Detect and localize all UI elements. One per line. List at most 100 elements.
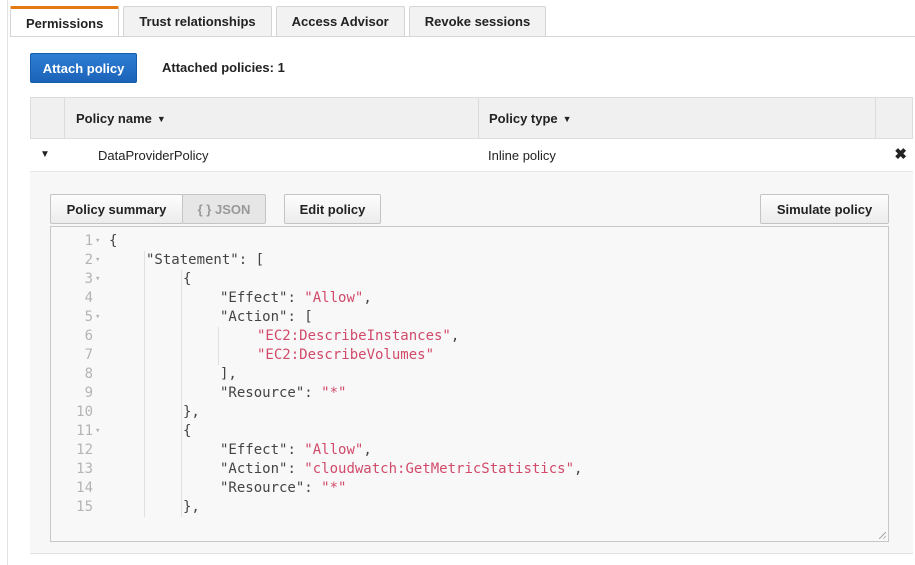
line-number: 2 [84,252,93,268]
edit-policy-button[interactable]: Edit policy [284,194,381,224]
column-policy-name[interactable]: Policy name ▼ [76,111,166,126]
json-code-editor[interactable]: 1 ▾{2 ▾ "Statement": [3 ▾{4 "Effect": "Allow"… [50,226,889,542]
code-line: 14 "Resource": "*" [51,479,888,498]
json-punct: , [363,290,372,306]
line-number: 14 [76,480,93,496]
code-text: { [183,422,191,441]
code-text: ], [220,365,237,384]
code-line: 5 ▾ "Action": [ [51,308,888,327]
code-text: "Action": "cloudwatch:GetMetricStatistic… [220,460,582,479]
code-line: 12 "Effect": "Allow", [51,441,888,460]
json-punct: : [ [238,252,265,268]
tab-permissions[interactable]: Permissions [10,6,120,37]
remove-policy-icon[interactable]: ✖ [894,145,907,163]
json-key: "Effect" [220,290,288,306]
code-text: "Effect": "Allow", [220,289,372,308]
fold-toggle-icon[interactable]: ▾ [95,308,100,327]
page-left-border [7,0,8,565]
code-line: 7 "EC2:DescribeVolumes" [51,346,888,365]
json-key: "Resource" [220,480,305,496]
line-number: 10 [76,404,93,420]
code-line: 8], [51,365,888,384]
line-number: 4 [84,290,93,306]
json-punct: { [183,271,192,287]
line-number: 6 [84,328,93,344]
code-line: 6 "EC2:DescribeInstances", [51,327,888,346]
code-line: 10}, [51,403,888,422]
json-key: "Statement" [146,252,239,268]
code-line: 4 "Effect": "Allow", [51,289,888,308]
tab-revoke-sessions[interactable]: Revoke sessions [408,6,547,36]
indent-guide [218,327,219,365]
fold-toggle-icon[interactable]: ▾ [95,251,100,270]
line-number: 3 [84,271,93,287]
json-punct: : [287,290,305,306]
line-number: 15 [76,499,93,515]
code-line: 11 ▾ { [51,422,888,441]
json-punct: , [450,328,460,344]
json-punct: : [304,480,322,496]
code-text: { [183,270,191,289]
line-number: 9 [84,385,93,401]
json-punct: : [304,385,322,401]
line-number: 12 [76,442,93,458]
fold-toggle-icon[interactable]: ▾ [95,270,100,289]
json-key: "Action" [220,309,288,325]
table-row[interactable]: ▼ DataProviderPolicy Inline policy ✖ [30,139,913,172]
sort-caret-icon: ▼ [562,114,572,124]
attach-policy-button[interactable]: Attach policy [30,53,137,83]
json-string: "Allow" [304,290,364,306]
code-text: { [109,232,117,251]
code-text: "Statement": [ [146,251,264,270]
code-line: 9 "Resource": "*" [51,384,888,403]
tab-access-advisor[interactable]: Access Advisor [275,6,405,36]
code-text: "Action": [ [220,308,313,327]
header-divider [64,98,65,138]
indent-guide [181,270,182,517]
code-line: 1 ▾ { [51,232,888,251]
json-string: "EC2:DescribeInstances" [257,328,451,344]
json-punct: : [287,461,305,477]
policy-name-cell[interactable]: DataProviderPolicy [98,148,209,163]
column-policy-type[interactable]: Policy type ▼ [489,111,572,126]
code-text: "Effect": "Allow", [220,441,372,460]
code-text: }, [183,498,200,517]
policy-summary-button[interactable]: Policy summary [50,194,183,224]
json-string: "*" [321,480,347,496]
json-key: "Resource" [220,385,305,401]
collapse-caret-icon[interactable]: ▼ [40,149,50,160]
tab-underline [10,36,915,37]
line-number: 5 [84,309,93,325]
policy-type-cell: Inline policy [488,148,556,163]
json-string: "EC2:DescribeVolumes" [257,347,435,363]
sort-caret-icon: ▼ [156,114,166,124]
json-key: "Action" [220,461,288,477]
json-punct: , [363,442,372,458]
tab-trust-relationships[interactable]: Trust relationships [123,6,272,36]
resize-handle-icon[interactable] [879,532,886,539]
fold-toggle-icon[interactable]: ▾ [95,422,100,441]
line-number: 11 [76,423,93,439]
attached-policies-count: Attached policies: 1 [162,60,285,75]
indent-guide [144,251,145,517]
json-punct: ], [220,366,237,382]
line-number: 8 [84,366,93,382]
code-text: "EC2:DescribeVolumes" [257,346,434,365]
line-number: 1 [84,233,93,249]
policy-table-header: Policy name ▼ Policy type ▼ [30,97,913,139]
json-string: "cloudwatch:GetMetricStatistics" [304,461,575,477]
column-policy-type-label: Policy type [489,111,558,126]
code-line: 15}, [51,498,888,517]
tab-bar: Permissions Trust relationships Access A… [10,6,547,37]
code-text: "Resource": "*" [220,479,346,498]
json-string: "Allow" [304,442,364,458]
code-text: }, [183,403,200,422]
simulate-policy-button[interactable]: Simulate policy [760,194,889,224]
fold-toggle-icon[interactable]: ▾ [95,232,100,251]
line-number: 7 [84,347,93,363]
line-number: 13 [76,461,93,477]
json-punct: { [109,233,118,249]
json-punct: , [574,461,583,477]
json-view-button[interactable]: { } JSON [182,194,266,224]
code-text: "EC2:DescribeInstances", [257,327,459,346]
